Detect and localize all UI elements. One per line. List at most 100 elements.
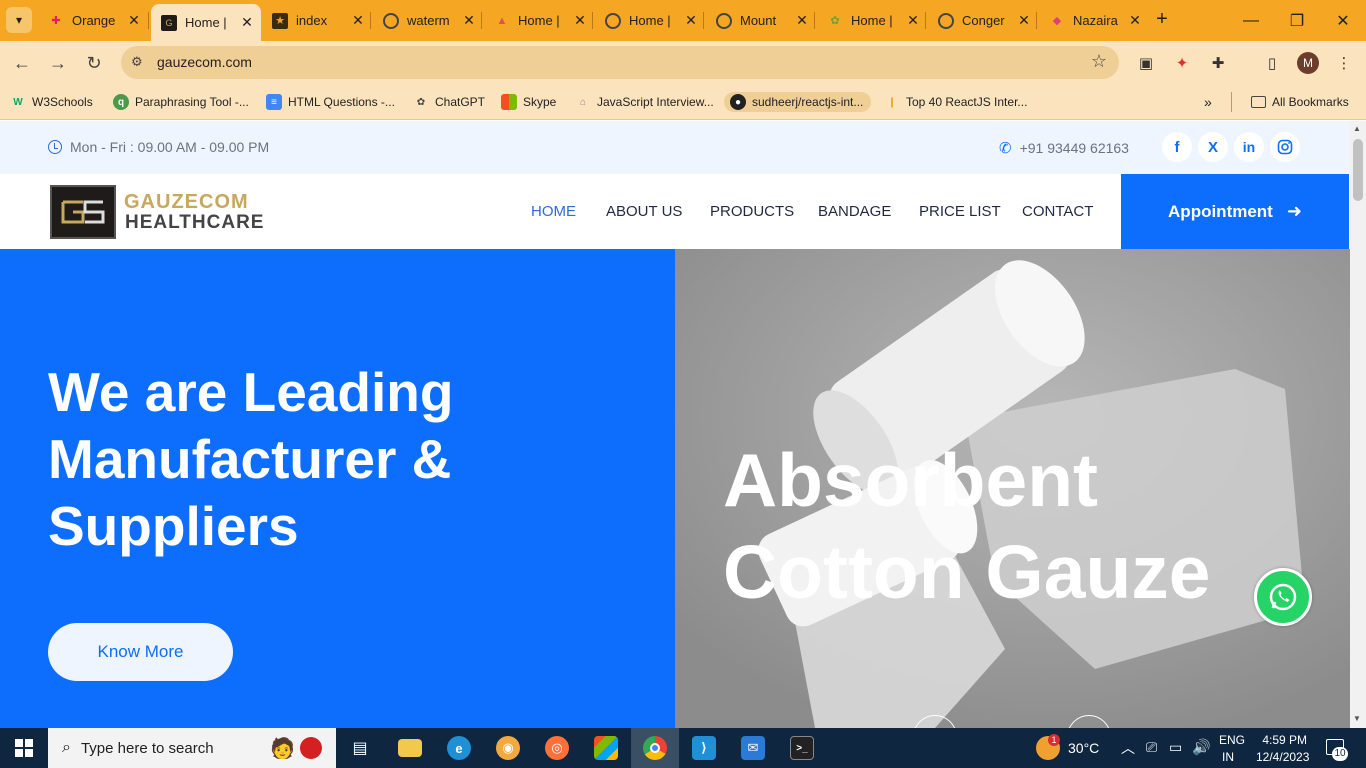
bookmark-js-interview[interactable]: ⌂ JavaScript Interview... (575, 92, 714, 112)
minimize-icon[interactable]: — (1228, 0, 1274, 41)
restore-icon[interactable]: ❐ (1274, 0, 1320, 41)
chatgpt-icon: ✿ (416, 96, 426, 108)
windows-start-icon[interactable] (0, 728, 48, 768)
avatar[interactable]: M (1297, 52, 1319, 74)
weather-temp[interactable]: 30°C (1068, 740, 1099, 756)
nav-price-list[interactable]: PRICE LIST (919, 203, 1001, 220)
hero-slide-image: Absorbent Cotton Gauze (675, 249, 1350, 728)
browser-tab-5[interactable]: ▲ Home | ✕ (484, 6, 594, 35)
vscode-icon[interactable]: ⟩ (680, 728, 728, 768)
new-tab-button[interactable]: + (1150, 8, 1174, 32)
whatsapp-chat-button[interactable] (1254, 568, 1312, 626)
bookmark-star-icon[interactable]: ☆ (1091, 51, 1107, 72)
mail-icon[interactable]: ✉ (729, 728, 777, 768)
language-indicator[interactable]: ENG IN (1219, 733, 1245, 764)
browser-tab-3[interactable]: ★ index ✕ (262, 6, 372, 35)
volume-icon[interactable]: 🔊 (1192, 738, 1211, 756)
site-settings-icon[interactable]: ⚙ (131, 54, 143, 70)
forward-arrow-icon[interactable]: → (44, 49, 72, 77)
kebab-menu-icon[interactable]: ⋮ (1333, 52, 1355, 74)
windows-logo (15, 739, 33, 757)
terminal-icon[interactable]: >_ (778, 728, 826, 768)
chrome-icon[interactable] (631, 728, 679, 768)
file-explorer-icon[interactable] (386, 728, 434, 768)
close-icon[interactable]: ✕ (572, 12, 588, 29)
edge-icon[interactable]: e (435, 728, 483, 768)
appointment-button[interactable]: Appointment ➜ (1121, 174, 1349, 249)
url-text[interactable]: gauzecom.com (157, 54, 252, 70)
scroll-thumb[interactable] (1353, 139, 1363, 201)
close-icon[interactable]: ✕ (1016, 12, 1032, 29)
browser-tab-7[interactable]: Mount ✕ (706, 6, 816, 35)
close-icon[interactable]: ✕ (461, 12, 477, 29)
nav-bandage[interactable]: BANDAGE (818, 203, 891, 220)
scroll-up-icon[interactable]: ▲ (1353, 124, 1361, 133)
clock[interactable]: 4:59 PM 12/4/2023 (1256, 733, 1309, 764)
bookmark-chatgpt[interactable]: ✿ ChatGPT (413, 92, 485, 112)
browser-tab-8[interactable]: ✿ Home | ✕ (817, 6, 927, 35)
brave-icon[interactable]: ◉ (484, 728, 532, 768)
bookmark-html-questions[interactable]: ≡ HTML Questions -... (266, 92, 395, 112)
close-icon[interactable]: ✕ (794, 12, 810, 29)
firefox-icon[interactable]: ◎ (533, 728, 581, 768)
tab-separator (814, 12, 815, 29)
bookmark-paraphrasing[interactable]: q Paraphrasing Tool -... (113, 92, 249, 112)
task-view-icon[interactable]: ▤ (336, 728, 384, 768)
close-icon[interactable]: ✕ (905, 12, 921, 29)
reload-icon[interactable]: ↻ (80, 49, 108, 77)
slack-like-icon: ✚ (51, 15, 61, 27)
bookmark-icon: ❙ (887, 96, 897, 108)
close-icon[interactable]: ✕ (1127, 12, 1143, 29)
page-scrollbar[interactable]: ▲ ▼ (1350, 121, 1366, 728)
tab-label: index (296, 13, 328, 28)
more-bookmarks-chevron-icon[interactable]: » (1204, 92, 1212, 112)
x-twitter-icon[interactable]: X (1198, 132, 1228, 162)
bookmarks-divider (1231, 92, 1232, 112)
browser-tab-6[interactable]: Home | ✕ (595, 6, 705, 35)
color-extension-icon[interactable]: ✦ (1171, 52, 1193, 74)
all-bookmarks-folder[interactable]: All Bookmarks (1251, 92, 1349, 112)
browser-tab-10[interactable]: ◆ Nazaira ✕ (1039, 6, 1149, 35)
network-icon[interactable]: ▭ (1169, 739, 1182, 756)
browser-tab-2-active[interactable]: G Home | ✕ (151, 4, 261, 41)
side-panel-icon[interactable]: ▯ (1261, 52, 1283, 74)
meet-icon[interactable]: ⎚ (1146, 739, 1157, 756)
tab-label: Home | (629, 13, 671, 28)
nav-home[interactable]: HOME (531, 203, 576, 220)
tab-search-button[interactable]: ▾ (6, 7, 32, 33)
nav-products[interactable]: PRODUCTS (710, 203, 794, 220)
logo-text-gauzecom[interactable]: GAUZECOM (124, 191, 249, 214)
browser-tab-1[interactable]: ✚ Orange ✕ (38, 6, 148, 35)
nav-contact[interactable]: CONTACT (1022, 203, 1093, 220)
browser-tab-9[interactable]: Conger ✕ (928, 6, 1038, 35)
scroll-down-icon[interactable]: ▼ (1353, 714, 1361, 723)
bookmark-label: sudheerj/reactjs-int... (752, 95, 864, 109)
browser-tab-4[interactable]: waterm ✕ (373, 6, 483, 35)
taskbar-search-box[interactable]: ⌕ Type here to search 🧑 (48, 728, 336, 768)
logo-text-healthcare[interactable]: HEALTHCARE (125, 212, 264, 234)
tray-chevron-up-icon[interactable]: ︿ (1121, 738, 1135, 758)
tab-label: Mount (740, 13, 777, 28)
gauzecom-logo-mark[interactable] (50, 185, 116, 239)
facebook-icon[interactable]: f (1162, 132, 1192, 162)
phone-contact[interactable]: ✆ +91 93449 62163 (999, 139, 1129, 157)
instagram-icon[interactable] (1270, 132, 1300, 162)
know-more-button[interactable]: Know More (48, 623, 233, 681)
nav-about-us[interactable]: ABOUT US (606, 203, 682, 220)
close-icon[interactable]: ✕ (239, 14, 255, 31)
bookmark-w3schools[interactable]: W W3Schools (10, 92, 92, 112)
close-icon[interactable]: ✕ (683, 12, 699, 29)
address-bar[interactable]: ⚙ gauzecom.com ☆ (121, 46, 1119, 79)
microsoft-store-icon[interactable] (582, 728, 630, 768)
extension-icon[interactable]: ▣ (1135, 52, 1157, 74)
linkedin-icon[interactable]: in (1234, 132, 1264, 162)
window-close-icon[interactable]: ✕ (1320, 0, 1366, 41)
bookmark-top40-reactjs[interactable]: ❙ Top 40 ReactJS Inter... (884, 92, 1028, 112)
phone-number[interactable]: +91 93449 62163 (1020, 140, 1129, 156)
close-icon[interactable]: ✕ (126, 12, 142, 29)
extensions-puzzle-icon[interactable]: ✚ (1207, 52, 1229, 74)
back-arrow-icon[interactable]: ← (8, 49, 36, 77)
bookmark-github-reactjs[interactable]: ● sudheerj/reactjs-int... (724, 92, 872, 112)
bookmark-skype[interactable]: Skype (501, 92, 556, 112)
close-icon[interactable]: ✕ (350, 12, 366, 29)
